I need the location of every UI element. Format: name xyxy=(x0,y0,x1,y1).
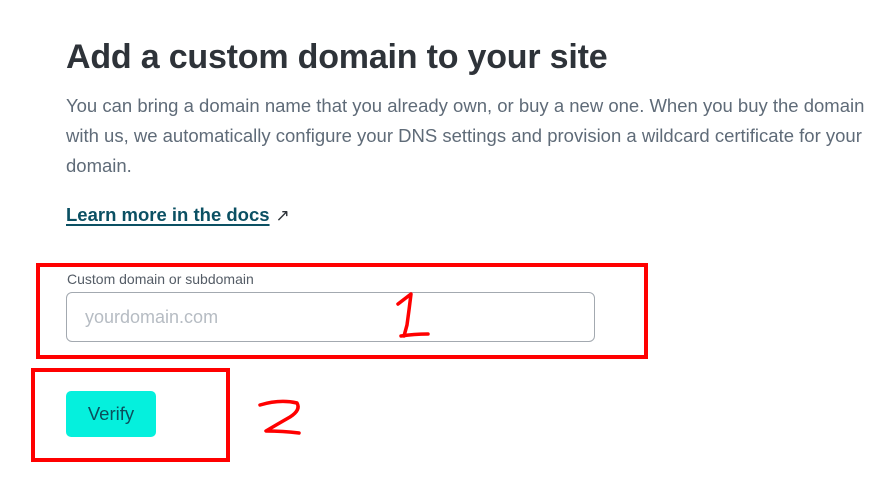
page-description: You can bring a domain name that you alr… xyxy=(66,95,865,176)
learn-more-docs-link[interactable]: Learn more in the docs ↗ xyxy=(66,202,290,229)
docs-link-label: Learn more in the docs xyxy=(66,204,270,225)
external-arrow-icon: ↗ xyxy=(275,206,290,225)
annotation-number-2 xyxy=(258,399,301,435)
annotation-box-verify-button xyxy=(31,368,230,462)
page-title: Add a custom domain to your site xyxy=(66,38,608,76)
annotation-box-domain-field xyxy=(36,263,648,359)
